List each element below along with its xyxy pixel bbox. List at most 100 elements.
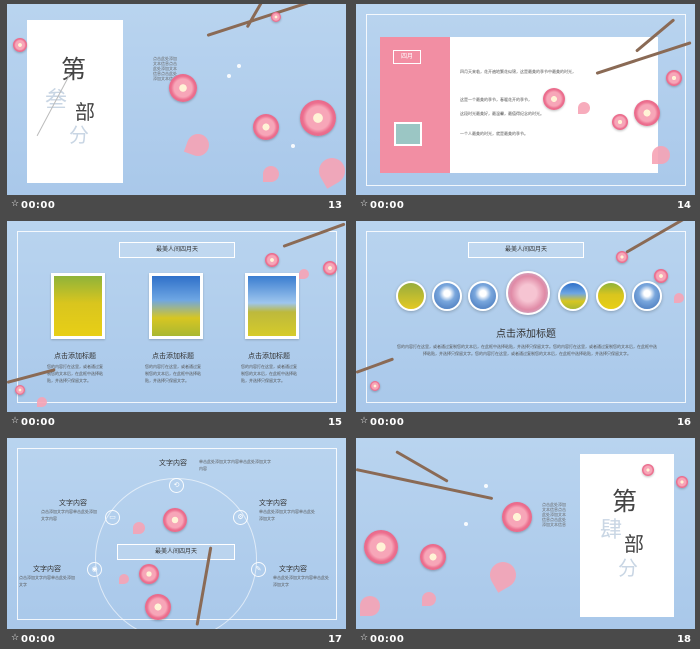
- photo-circle: [432, 281, 462, 311]
- star-icon: ☆: [11, 633, 20, 643]
- flower-icon: [253, 114, 279, 140]
- petal-icon: [652, 146, 670, 164]
- petal-icon: [183, 130, 213, 160]
- card-body: 您的内容打在这里，或者通过复制您的文本后，在此框中选择粘贴，并选择只保留文字。: [47, 364, 103, 383]
- petal-icon: [119, 574, 129, 584]
- card-photo: [149, 273, 203, 339]
- flower-icon: [265, 253, 279, 267]
- flower-icon: [676, 476, 688, 488]
- slide-number: 18: [677, 634, 691, 645]
- monitor-icon: ▭: [105, 510, 120, 525]
- paragraph: 一个人最美的时光，就是最美的季节。: [460, 131, 528, 136]
- flower-icon: [323, 261, 337, 275]
- flower-icon: [13, 38, 27, 52]
- slide-time: 00:00: [21, 200, 56, 211]
- flower-icon: [612, 114, 628, 130]
- bead: [237, 64, 241, 68]
- section-char-4: 分: [618, 556, 638, 580]
- flower-icon: [139, 564, 159, 584]
- item-body: 单击此处添加文字内容单击此处添加文字: [273, 575, 329, 587]
- slide-title: 点击添加标题: [496, 329, 556, 340]
- petal-icon: [485, 557, 521, 593]
- flower-icon: [654, 269, 668, 283]
- section-char-2: 肆: [600, 518, 623, 543]
- slide-canvas: 最美人间四月天 点击添加标题 点击添加标题 点击添加标题 您的内容打在这里，或者…: [7, 221, 346, 412]
- item-title: 文字内容: [259, 499, 287, 507]
- star-icon: ☆: [360, 199, 369, 209]
- petal-icon: [37, 397, 47, 407]
- slide-thumb-17[interactable]: ⟲ ▭ ⚙ ◉ ✎ 最美人间四月天 文字内容 单击此处添加文字内容单击此处添加文…: [7, 438, 346, 649]
- petal-icon: [360, 596, 380, 616]
- month-tag: 四月: [393, 50, 421, 64]
- slide-canvas: ⟲ ▭ ⚙ ◉ ✎ 最美人间四月天 文字内容 单击此处添加文字内容单击此处添加文…: [7, 438, 346, 629]
- petal-icon: [263, 166, 279, 182]
- flower-icon: [145, 594, 171, 620]
- card-title: 点击添加标题: [152, 352, 194, 360]
- item-body: 点击添加文字内容单击此处添加文字: [19, 575, 75, 587]
- slide-time: 00:00: [21, 634, 56, 645]
- slide-footer: ☆ 00:00 17: [7, 629, 346, 649]
- flower-icon: [364, 530, 398, 564]
- flower-icon: [271, 12, 281, 22]
- slide-number: 13: [328, 200, 342, 211]
- slide-canvas: 四月 四月天来临，花开遍地繁花似锦，这是最美的季节中最美的时光， 这是一个最美的…: [356, 4, 695, 195]
- card-photo: [245, 273, 299, 339]
- slide-thumb-13[interactable]: 第 叁 部 分 点击此处添加文本信息点击此处添加文本信息点击此处添加文本信息 ☆…: [7, 4, 346, 215]
- side-text: 点击此处添加文本信息点击此处添加文本信息点击此处添加文本信息: [542, 502, 566, 527]
- slide-time: 00:00: [370, 417, 405, 428]
- flower-icon: [634, 100, 660, 126]
- slide-thumb-18[interactable]: 第 肆 部 分 点击此处添加文本信息点击此处添加文本信息点击此处添加文本信息 ☆…: [356, 438, 695, 649]
- star-icon: ☆: [360, 633, 369, 643]
- photo-circle: [632, 281, 662, 311]
- slide-number: 14: [677, 200, 691, 211]
- star-icon: ☆: [11, 199, 20, 209]
- pencil-icon: ✎: [251, 562, 266, 577]
- slide-time: 00:00: [370, 200, 405, 211]
- flower-icon: [163, 508, 187, 532]
- slide-footer: ☆ 00:00 15: [7, 412, 346, 432]
- bead: [588, 124, 592, 128]
- paragraph: 四月天来临，花开遍地繁花似锦，这是最美的季节中最美的时光，: [460, 69, 576, 74]
- flower-icon: [169, 74, 197, 102]
- gear-icon: ⚙: [233, 510, 248, 525]
- bead: [464, 522, 468, 526]
- header-bar: 最美人间四月天: [468, 242, 584, 258]
- petal-icon: [299, 269, 309, 279]
- bead: [227, 74, 231, 78]
- card-photo: [51, 273, 105, 339]
- camera-icon: ◉: [87, 562, 102, 577]
- slide-thumb-16[interactable]: 最美人间四月天 点击添加标题 您的内容打在这里，或者通过复制您的文本后，在此框中…: [356, 221, 695, 432]
- flower-icon: [502, 502, 532, 532]
- paragraph: 这是一个最美的季节，春暖花开的季节，: [460, 97, 532, 102]
- flower-icon: [370, 381, 380, 391]
- item-title: 文字内容: [159, 459, 187, 467]
- photo-circle: [596, 281, 626, 311]
- slide-footer: ☆ 00:00 18: [356, 629, 695, 649]
- branch: [356, 468, 494, 501]
- card-body: 您的内容打在这里，或者通过复制您的文本后，在此框中选择粘贴，并选择只保留文字。: [241, 364, 297, 383]
- petal-icon: [674, 293, 684, 303]
- slide-canvas: 第 肆 部 分 点击此处添加文本信息点击此处添加文本信息点击此处添加文本信息: [356, 438, 695, 629]
- slide-footer: ☆ 00:00 16: [356, 412, 695, 432]
- slide-footer: ☆ 00:00 13: [7, 195, 346, 215]
- item-title: 文字内容: [279, 565, 307, 573]
- flower-icon: [420, 544, 446, 570]
- flower-icon: [666, 70, 682, 86]
- petal-icon: [314, 153, 346, 189]
- section-char-4: 分: [69, 123, 89, 147]
- link-icon: ⟲: [169, 478, 184, 493]
- slide-thumb-14[interactable]: 四月 四月天来临，花开遍地繁花似锦，这是最美的季节中最美的时光， 这是一个最美的…: [356, 4, 695, 215]
- slide-number: 15: [328, 417, 342, 428]
- card-body: 您的内容打在这里，或者通过复制您的文本后，在此框中选择粘贴，并选择只保留文字。: [145, 364, 201, 383]
- slide-thumb-15[interactable]: 最美人间四月天 点击添加标题 点击添加标题 点击添加标题 您的内容打在这里，或者…: [7, 221, 346, 432]
- flower-icon: [543, 88, 565, 110]
- petal-icon: [133, 522, 145, 534]
- slide-body: 您的内容打在这里，或者通过复制您的文本后，在此框中选择粘贴，并选择只保留文字。您…: [397, 344, 657, 356]
- flower-icon: [642, 464, 654, 476]
- item-body: 点击添加文字内容单击此处添加文字内容: [41, 509, 97, 521]
- photo-circle: [558, 281, 588, 311]
- photo-circle: [468, 281, 498, 311]
- item-title: 文字内容: [33, 565, 61, 573]
- flower-icon: [15, 385, 25, 395]
- card-title: 点击添加标题: [248, 352, 290, 360]
